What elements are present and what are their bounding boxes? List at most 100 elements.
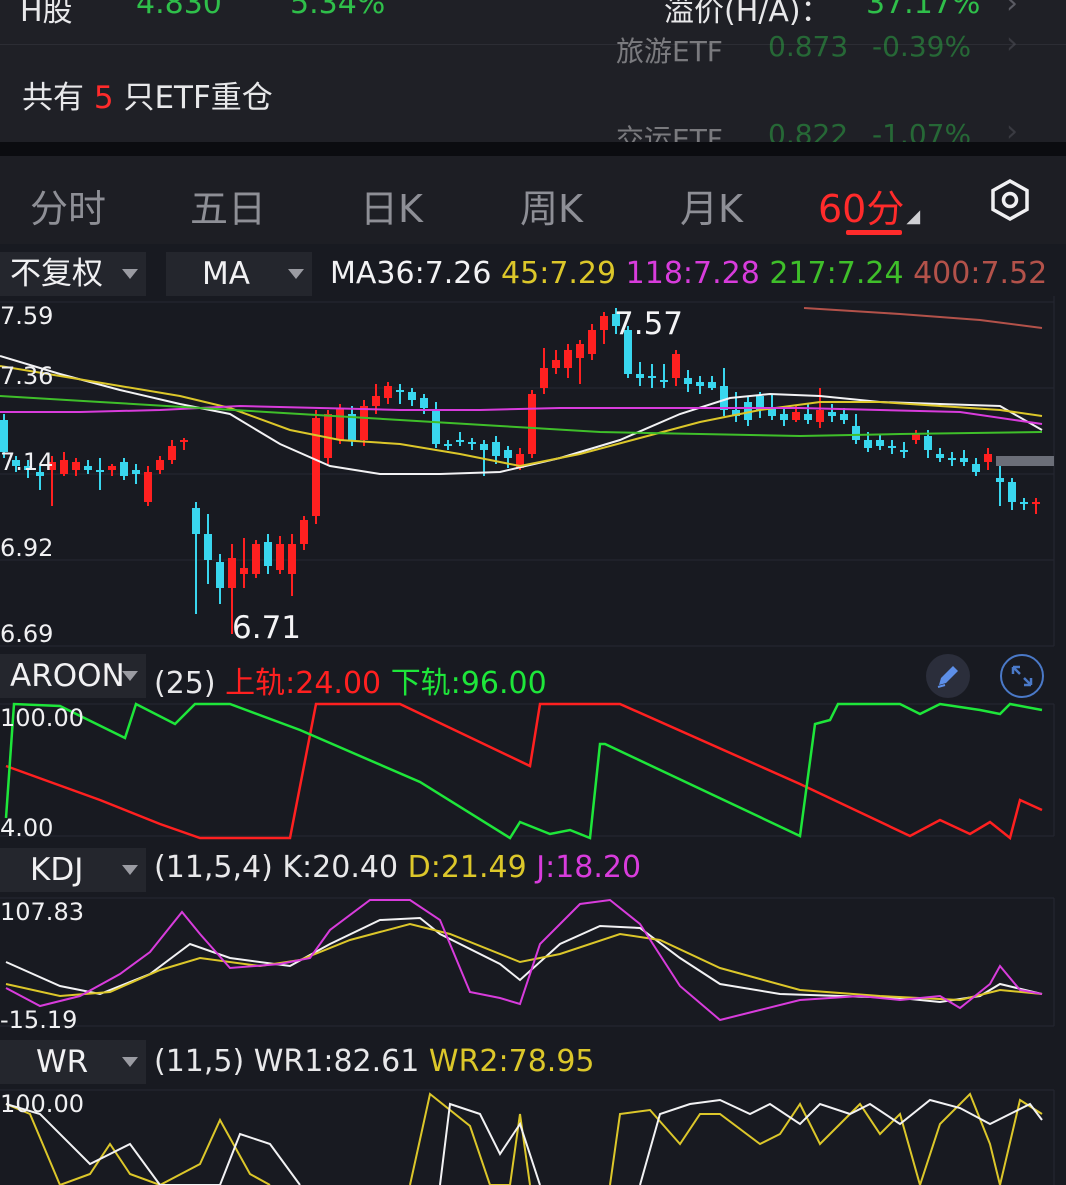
dropdown-arrow-icon [122, 269, 138, 279]
candle-body [216, 562, 224, 588]
candle-body [1020, 502, 1028, 504]
tab-60min[interactable]: 60分 ◢ [818, 178, 920, 233]
premium-value: 37.17% [866, 0, 981, 21]
candle-body [1032, 502, 1040, 504]
candle-body [156, 460, 164, 470]
candle-body [492, 442, 500, 456]
candle-body [180, 440, 188, 442]
candle-body [144, 472, 152, 502]
candle-body [108, 466, 116, 470]
aroon-up-line [5, 702, 1043, 841]
kdj-select[interactable]: KDJ [0, 848, 146, 892]
candle-body [900, 450, 908, 452]
candle-body [828, 412, 836, 416]
candle-body [924, 436, 932, 450]
tab-weekly-k[interactable]: 周K [520, 178, 583, 233]
indicator-select[interactable]: MA [166, 252, 312, 296]
price-axis-label: 7.36 [0, 362, 54, 390]
kdj-legend: (11,5,4) K:20.40 D:21.49 J:18.20 [154, 850, 642, 885]
candle-body [888, 446, 896, 448]
candle-body [780, 414, 788, 420]
kdj-j-line [5, 898, 1043, 1022]
dropdown-arrow-icon: ◢ [906, 206, 921, 227]
dropdown-arrow-icon [122, 671, 138, 681]
low-price-label: 6.71 [232, 610, 302, 646]
stock-info-panel: H股 4.830 5.34% 溢价(H/A)： 37.17% › 旅游ETF 0… [0, 0, 1066, 156]
edit-icon[interactable] [926, 654, 970, 698]
candle-body [228, 558, 236, 588]
chevron-right-icon[interactable]: › [1006, 0, 1018, 21]
candle-body [876, 440, 884, 446]
candle-body [276, 544, 284, 570]
high-price-label: 7.57 [614, 306, 684, 342]
candle-body [792, 412, 800, 420]
ma400-line [803, 307, 1043, 329]
wr-axis-top: 100.00 [0, 1090, 84, 1118]
aroon-select[interactable]: AROON [0, 654, 146, 698]
candle-body [972, 464, 980, 472]
candle-body [396, 390, 404, 392]
candle-body [444, 444, 452, 446]
dropdown-arrow-icon [288, 269, 304, 279]
kdj-axis-top: 107.83 [0, 898, 84, 926]
dropdown-arrow-icon [122, 865, 138, 875]
candle-body [840, 414, 848, 420]
aroon-down-line [4, 702, 1043, 840]
active-tab-indicator [846, 230, 902, 235]
current-price-marker [996, 456, 1054, 466]
candle-body [480, 444, 488, 450]
h-share-price: 4.830 [136, 0, 222, 21]
etf-holding-count: 5 [93, 80, 114, 116]
candle-body [120, 462, 128, 476]
candle-body [600, 316, 608, 330]
candle-body [648, 376, 656, 378]
candle-body [804, 414, 812, 420]
aroon-legend: (25) 上轨:24.00 下轨:96.00 [154, 666, 547, 701]
etf-item-1-change: -0.39% [872, 30, 972, 63]
candle-body [636, 374, 644, 378]
divider [0, 142, 1066, 156]
expand-icon[interactable] [1000, 654, 1044, 698]
ma118-line [0, 404, 1043, 425]
wr-select[interactable]: WR [0, 1040, 146, 1084]
candle-body [504, 450, 512, 458]
candle-body [660, 380, 668, 382]
candle-body [684, 378, 692, 384]
candle-body [264, 542, 272, 566]
h-share-change: 5.34% [290, 0, 386, 21]
candle-body [672, 354, 680, 378]
adjust-select[interactable]: 不复权 [0, 252, 146, 296]
tab-five-day[interactable]: 五日 [190, 178, 266, 233]
candle-body [696, 382, 704, 386]
dropdown-arrow-icon [122, 1057, 138, 1067]
candle-body [204, 534, 212, 560]
price-axis-label: 6.69 [0, 620, 54, 648]
aroon-axis-bottom: 4.00 [0, 814, 54, 842]
premium-label: 溢价(H/A)： [664, 0, 831, 29]
etf-item-1-price: 0.873 [768, 30, 849, 63]
ma-legend: MA36:7.26 45:7.29 118:7.28 217:7.24 400:… [330, 256, 1048, 291]
candle-body [936, 454, 944, 458]
settings-icon[interactable] [988, 178, 1032, 226]
candle-body [384, 386, 392, 398]
candle-body [84, 466, 92, 470]
candle-body [588, 330, 596, 354]
kline-chart-area: 不复权 MA MA36:7.26 45:7.29 118:7.28 217:7.… [0, 244, 1066, 1185]
tab-intraday[interactable]: 分时 [30, 178, 106, 233]
etf-item-1-name[interactable]: 旅游ETF [616, 30, 723, 70]
candle-body [816, 410, 824, 422]
chevron-right-icon[interactable]: › [1006, 26, 1018, 61]
candle-body [564, 350, 572, 368]
candle-body [420, 398, 428, 408]
candle-body [240, 568, 248, 574]
candle-body [192, 508, 200, 534]
h-share-label: H股 [20, 0, 73, 29]
candle-body [360, 406, 368, 440]
candle-body [252, 544, 260, 574]
wr1-line [639, 1098, 1043, 1185]
tab-daily-k[interactable]: 日K [360, 178, 423, 233]
tab-monthly-k[interactable]: 月K [680, 178, 743, 233]
candle-body [1008, 482, 1016, 502]
candle-body [96, 470, 104, 472]
candle-body [72, 462, 80, 470]
